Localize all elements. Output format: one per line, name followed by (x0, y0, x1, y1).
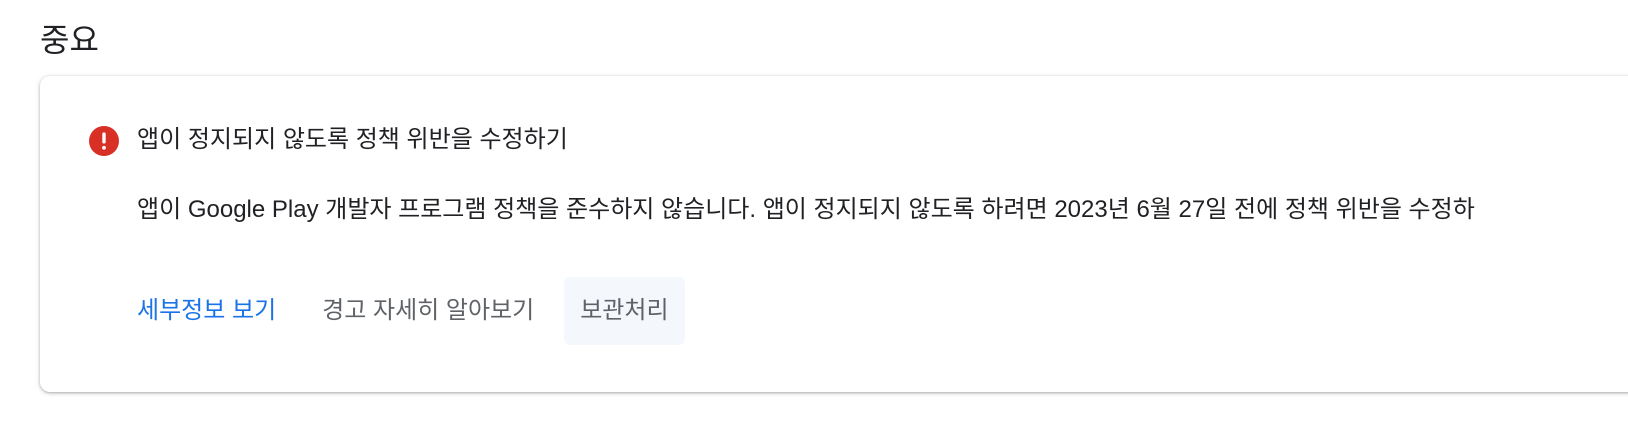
alert-actions: 세부정보 보기 경고 자세히 알아보기 보관처리 (121, 277, 685, 345)
learn-more-warning-button[interactable]: 경고 자세히 알아보기 (306, 277, 550, 345)
view-details-button[interactable]: 세부정보 보기 (121, 277, 292, 345)
archive-button[interactable]: 보관처리 (564, 277, 685, 345)
alert-title: 앱이 정지되지 않도록 정책 위반을 수정하기 (137, 126, 568, 153)
section-title: 중요 (40, 22, 99, 58)
policy-alert-card: 앱이 정지되지 않도록 정책 위반을 수정하기 앱이 Google Play 개… (40, 76, 1628, 392)
alert-body: 앱이 Google Play 개발자 프로그램 정책을 준수하지 않습니다. 앱… (137, 196, 1475, 223)
error-exclamation-icon (89, 126, 119, 156)
